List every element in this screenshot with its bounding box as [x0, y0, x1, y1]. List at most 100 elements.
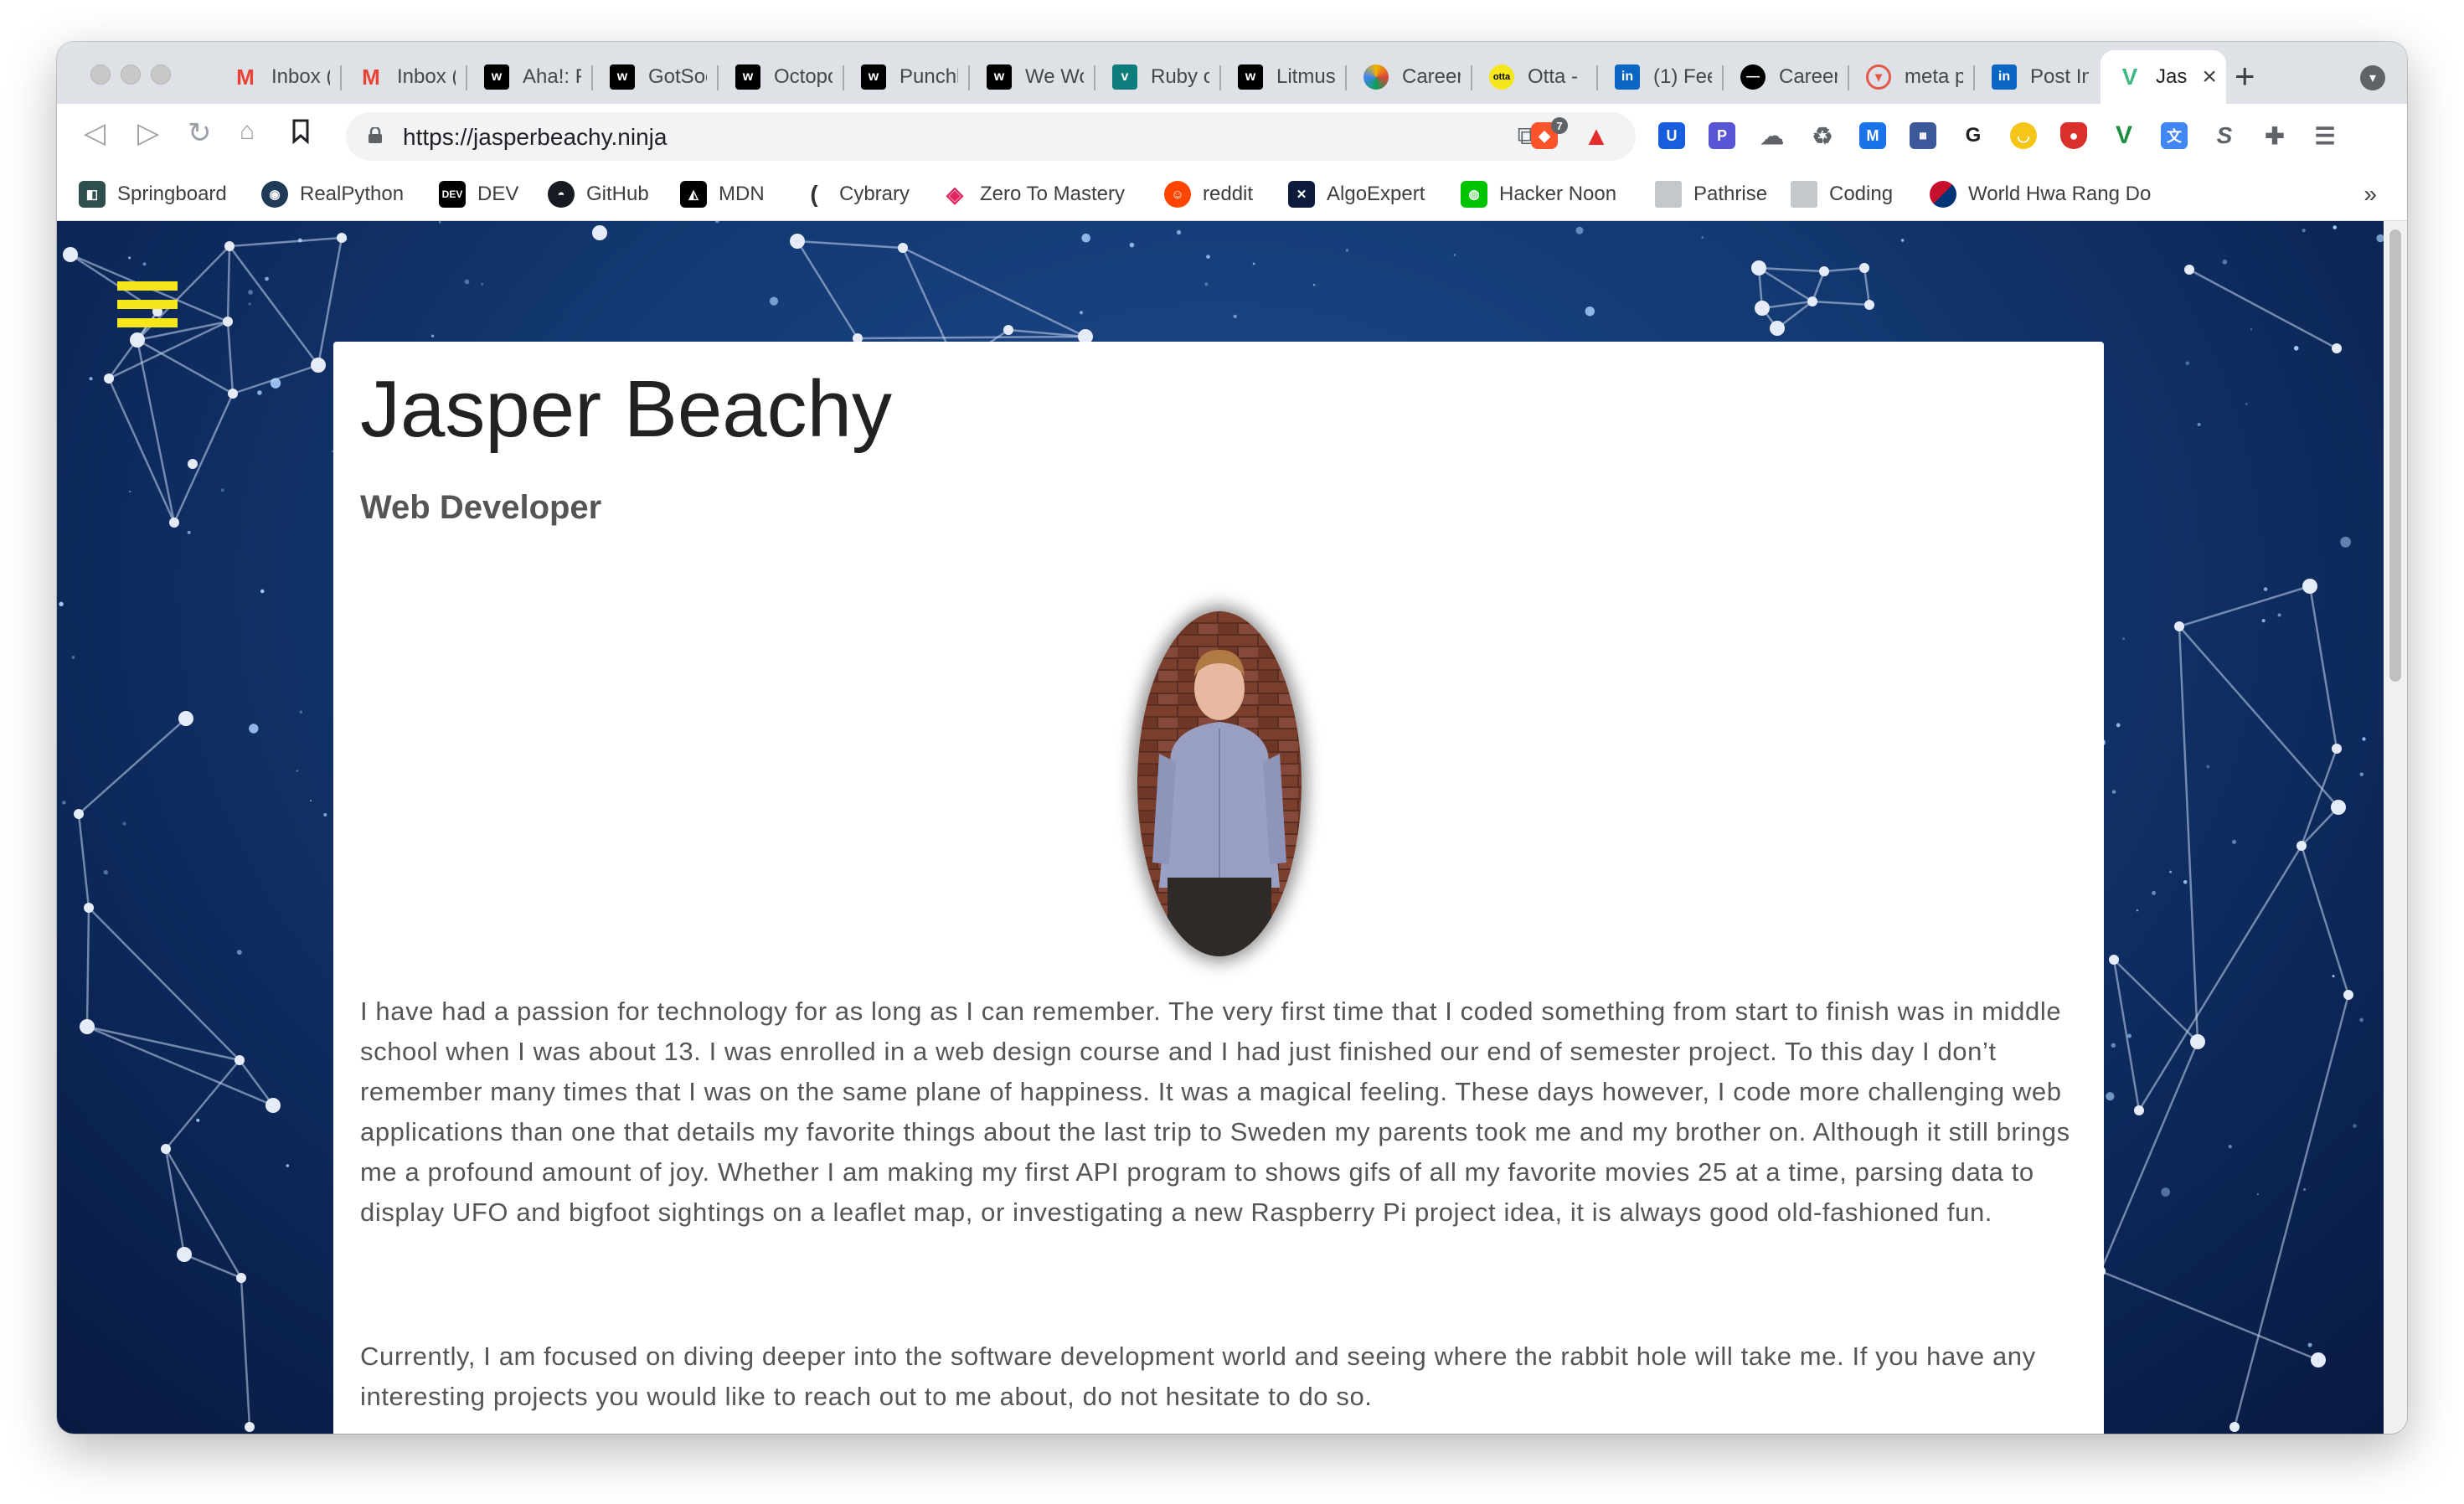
home-icon[interactable]: ⌂: [240, 119, 255, 144]
bitwarden-icon[interactable]: U: [1658, 122, 1685, 149]
wwr-icon: w: [1238, 64, 1263, 90]
bookmark-cybrary[interactable]: (Cybrary: [801, 179, 910, 209]
tab-career[interactable]: — Career: [1724, 50, 1849, 104]
reload-icon[interactable]: ↻: [188, 119, 212, 147]
bookmark-hacker-noon[interactable]: ◍ Hacker Noon: [1461, 179, 1616, 209]
tab-gotsoc[interactable]: wGotSoc: [593, 50, 719, 104]
wwr-icon: w: [987, 64, 1012, 90]
tab-inbox-2[interactable]: M Inbox (: [342, 50, 467, 104]
recycle-icon[interactable]: ♻: [1809, 122, 1836, 149]
tab-otta[interactable]: otta Otta -: [1472, 50, 1598, 104]
brave-rewards-icon[interactable]: ▲: [1583, 121, 1610, 151]
page-title: Jasper Beachy: [360, 364, 893, 454]
wwr-icon: w: [861, 64, 886, 90]
bookmark-reddit[interactable]: ☺ reddit: [1164, 179, 1253, 209]
career-icon: —: [1740, 64, 1766, 90]
bookmark-folder-coding[interactable]: Coding: [1791, 179, 1893, 209]
back-icon[interactable]: ◁: [84, 119, 106, 147]
wwr-icon: w: [610, 64, 635, 90]
page-scrollbar[interactable]: [2384, 221, 2407, 1434]
mdn-icon: ◭: [680, 181, 707, 208]
vue-icon: V: [2121, 64, 2138, 90]
wwr-icon: w: [735, 64, 760, 90]
profile-photo: [1137, 611, 1302, 956]
brave-icon: ▾: [1866, 64, 1891, 90]
tab-ruby[interactable]: v Ruby o: [1095, 50, 1221, 104]
ztm-icon: ◈: [946, 181, 963, 207]
hamburger-menu-icon[interactable]: [117, 281, 178, 332]
window-minimize-button[interactable]: [121, 64, 141, 85]
reddit-icon: ☺: [1164, 181, 1191, 208]
tab-search-icon[interactable]: ▾: [2360, 65, 2385, 90]
gmail-icon: M: [236, 64, 255, 90]
tab-jasper-active[interactable]: V Jas ×: [2101, 50, 2226, 104]
linkedin-icon: in: [1992, 64, 2017, 90]
profile-card: Jasper Beachy Web Developer I have had a…: [333, 342, 2104, 1434]
careers-icon: [1363, 64, 1389, 90]
cloud-icon[interactable]: ☁: [1759, 122, 1786, 149]
bookmark-icon[interactable]: [291, 119, 310, 149]
vue-devtools-icon[interactable]: V: [2111, 121, 2137, 149]
tab-litmus[interactable]: w Litmus: [1221, 50, 1347, 104]
bookmark-world-hwa-rang-do[interactable]: World Hwa Rang Do: [1930, 179, 2151, 209]
more-bookmarks-icon[interactable]: »: [2363, 181, 2377, 208]
gc-extension-icon[interactable]: G: [1960, 122, 1987, 149]
pushbullet-icon[interactable]: P: [1709, 122, 1735, 149]
url-text[interactable]: https://jasperbeachy.ninja: [403, 124, 667, 151]
tab-octopo[interactable]: w Octopo: [719, 50, 844, 104]
tab-feed[interactable]: in (1) Fee: [1598, 50, 1724, 104]
page-subtitle: Web Developer: [360, 489, 602, 526]
bookmark-dev[interactable]: DEV DEV: [439, 179, 518, 209]
window-close-button[interactable]: [90, 64, 111, 85]
s-extension-icon[interactable]: S: [2211, 122, 2238, 149]
realpython-icon: ◉: [261, 181, 288, 208]
tab-meta[interactable]: ▾ meta p: [1849, 50, 1975, 104]
github-icon: ◓: [548, 181, 575, 208]
bookmark-algoexpert[interactable]: ✕ AlgoExpert: [1288, 179, 1425, 209]
menu-icon[interactable]: ☰: [2312, 122, 2338, 149]
window-zoom-button[interactable]: [151, 64, 171, 85]
tab-post[interactable]: in Post In: [1975, 50, 2101, 104]
hackernoon-icon: ◍: [1461, 181, 1487, 208]
forward-icon[interactable]: ▷: [137, 119, 159, 147]
about-paragraph-1: I have had a passion for technology for …: [360, 997, 2070, 1227]
gmail-icon: M: [362, 64, 380, 90]
new-tab-button[interactable]: +: [2235, 59, 2255, 94]
translate-icon[interactable]: 文: [2161, 122, 2188, 149]
extension-badge: 7: [1551, 117, 1568, 134]
tab-inbox-1[interactable]: M Inbox (: [216, 50, 342, 104]
puzzle-icon[interactable]: ✚: [2261, 122, 2288, 149]
springboard-icon: ◧: [79, 181, 106, 208]
cybrary-icon: (: [810, 181, 818, 207]
browser-window: MInbox ( MInbox ( wAha!: F wGotSoc wOcto…: [57, 42, 2407, 1434]
tab-we-wo[interactable]: wWe Wo: [970, 50, 1095, 104]
tab-aha[interactable]: w Aha!: F: [467, 50, 593, 104]
image-extension-icon[interactable]: ▦: [1910, 122, 1936, 149]
tab-careers[interactable]: Careers: [1347, 50, 1472, 104]
hwarangdo-icon: [1930, 181, 1956, 208]
m-extension-icon[interactable]: M: [1859, 122, 1886, 149]
close-tab-icon[interactable]: ×: [2202, 63, 2217, 91]
ghost-icon[interactable]: ◡: [2010, 122, 2037, 149]
about-paragraph-2: Currently, I am focused on diving deeper…: [360, 1342, 2036, 1411]
remote-icon: v: [1112, 64, 1137, 90]
page-viewport: Jasper Beachy Web Developer I have had a…: [57, 221, 2384, 1434]
wwr-icon: w: [484, 64, 509, 90]
bookmark-folder-pathrise[interactable]: Pathrise: [1655, 179, 1767, 209]
bookmarks-bar: ◧ Springboard ◉ RealPython DEV DEV ◓ GitHub …: [57, 169, 2407, 221]
tab-punchl[interactable]: w Punchl: [844, 50, 970, 104]
dev-icon: DEV: [439, 181, 466, 208]
bookmark-mdn[interactable]: ◭ MDN: [680, 179, 765, 209]
bookmark-springboard[interactable]: ◧ Springboard: [79, 179, 227, 209]
linkedin-icon: in: [1615, 64, 1640, 90]
scrollbar-thumb[interactable]: [2389, 229, 2401, 682]
bookmark-realpython[interactable]: ◉ RealPython: [261, 179, 404, 209]
shield-icon[interactable]: ●: [2060, 122, 2087, 149]
tab-strip: MInbox ( MInbox ( wAha!: F wGotSoc wOcto…: [57, 42, 2407, 104]
address-bar[interactable]: https://jasperbeachy.ninja ⧉: [346, 112, 1636, 161]
bookmark-github[interactable]: ◓ GitHub: [548, 179, 649, 209]
bookmark-zero-to-mastery[interactable]: ◈ Zero To Mastery: [941, 179, 1125, 209]
folder-icon: [1791, 181, 1817, 208]
algoexpert-icon: ✕: [1288, 181, 1315, 208]
lock-icon: [369, 127, 382, 143]
